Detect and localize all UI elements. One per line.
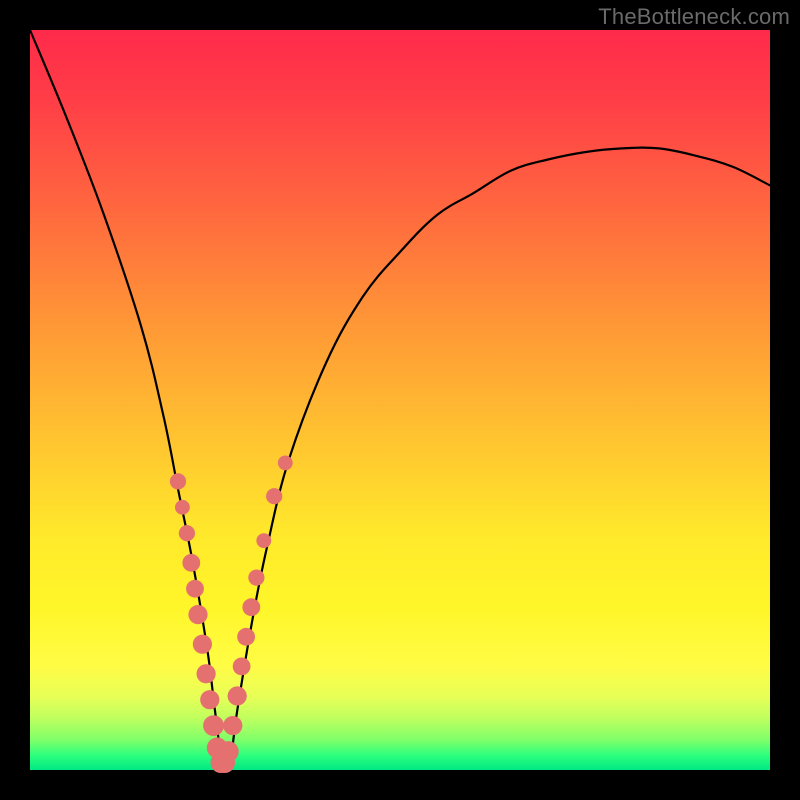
data-marker	[193, 635, 212, 654]
data-marker	[182, 554, 200, 572]
data-marker	[242, 598, 260, 616]
data-marker	[170, 473, 186, 489]
data-marker	[179, 525, 195, 541]
data-marker	[256, 533, 271, 548]
data-marker	[218, 741, 239, 762]
data-marker	[223, 716, 242, 735]
watermark-text: TheBottleneck.com	[598, 4, 790, 30]
data-marker	[228, 686, 247, 705]
curve-path	[30, 30, 770, 770]
outer-frame: TheBottleneck.com	[0, 0, 800, 800]
data-marker	[186, 580, 204, 598]
data-marker	[266, 488, 282, 504]
marker-layer	[170, 456, 293, 773]
plot-area	[30, 30, 770, 770]
data-marker	[200, 690, 219, 709]
data-marker	[203, 715, 224, 736]
data-marker	[188, 605, 207, 624]
data-marker	[237, 628, 255, 646]
data-marker	[175, 500, 190, 515]
data-marker	[233, 658, 251, 676]
data-marker	[278, 456, 293, 471]
data-marker	[197, 664, 216, 683]
data-marker	[248, 570, 264, 586]
bottleneck-curve	[30, 30, 770, 770]
